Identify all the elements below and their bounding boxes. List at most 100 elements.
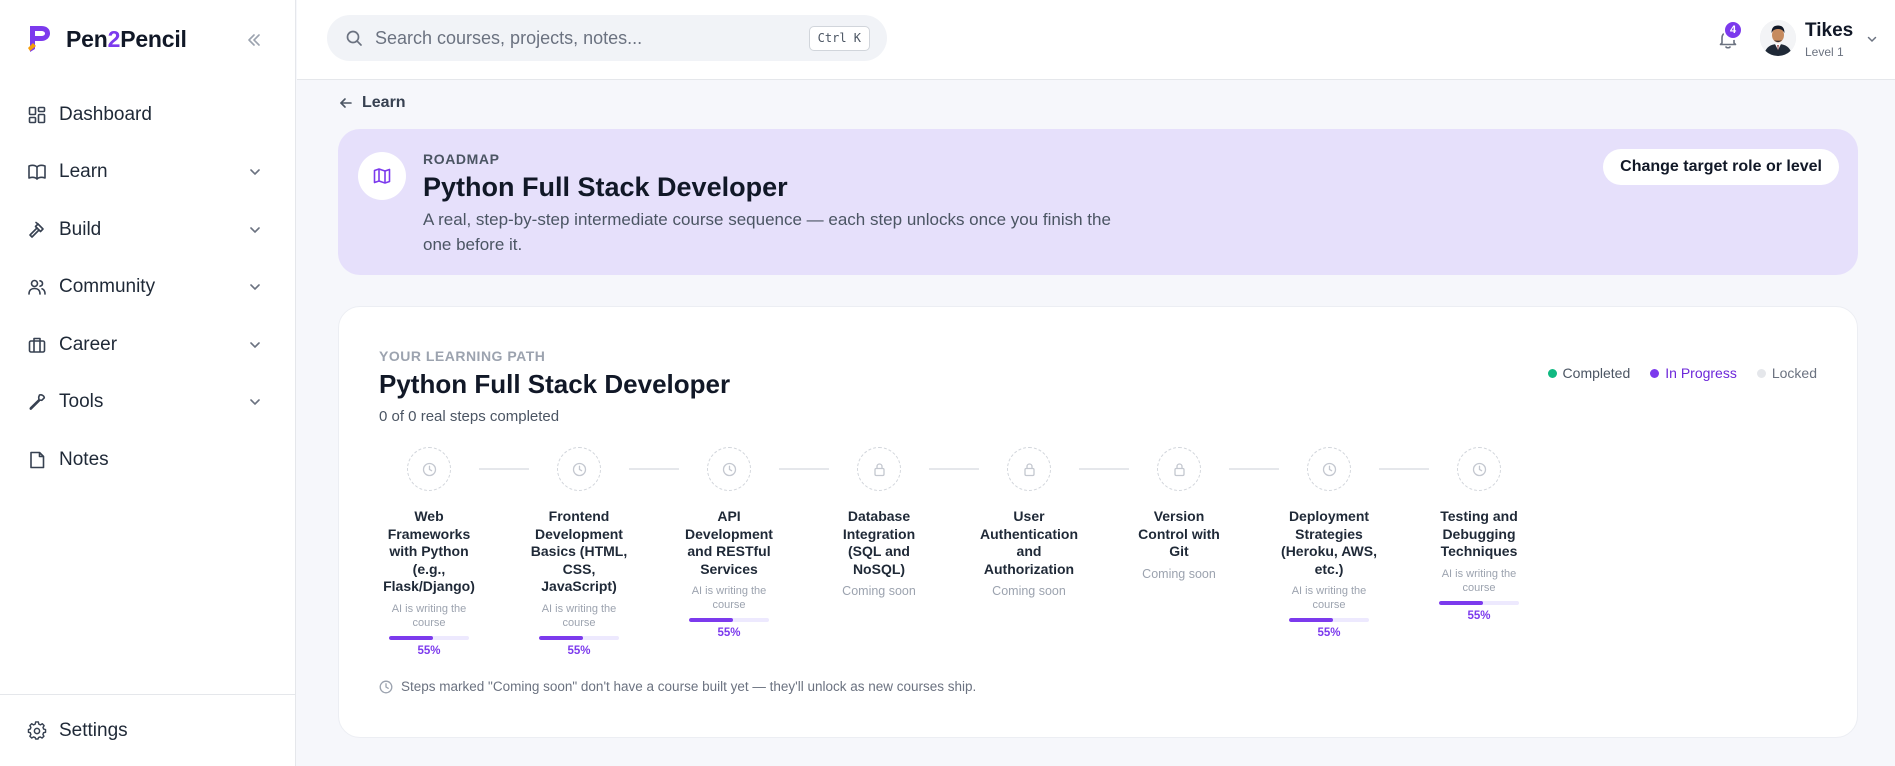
search-shortcut-badge: Ctrl K <box>808 26 870 51</box>
double-chevron-left-icon[interactable] <box>244 30 264 50</box>
sidebar-item-label: Community <box>59 276 156 298</box>
legend-dot-completed <box>1547 368 1557 378</box>
step-status-text: Coming soon <box>1142 566 1216 581</box>
step-progress-bar <box>1439 600 1519 605</box>
dashboard-icon <box>28 106 46 124</box>
step-title: Database Integration (SQL and NoSQL) <box>842 508 916 577</box>
sidebar-item-label: Learn <box>59 161 108 183</box>
arrow-left-icon <box>340 98 352 108</box>
sidebar-item-settings[interactable]: Settings <box>27 720 128 742</box>
sidebar-item-notes[interactable]: Notes <box>0 431 296 489</box>
sidebar-item-label: Build <box>59 218 102 240</box>
back-link[interactable]: Learn <box>338 94 406 112</box>
sidebar-item-dashboard[interactable]: Dashboard <box>0 86 296 144</box>
step-progress-bar <box>539 635 619 640</box>
footnote-text: Steps marked "Coming soon" don't have a … <box>401 679 977 694</box>
step-connector <box>1079 468 1129 470</box>
roadmap-hero: ROADMAP Python Full Stack Developer A re… <box>338 129 1858 275</box>
change-target-button[interactable]: Change target role or level <box>1603 149 1839 185</box>
sidebar-item-build[interactable]: Build <box>0 201 296 259</box>
brand[interactable]: Pen2Pencil <box>26 24 187 54</box>
lock-icon <box>1023 462 1035 476</box>
step-progress-fill <box>1289 618 1333 622</box>
step-status-text: Coming soon <box>842 584 916 598</box>
step-status-text: AI is writing the course <box>391 602 467 629</box>
learning-path-card: YOUR LEARNING PATH Python Full Stack Dev… <box>338 306 1858 738</box>
hammer-icon <box>29 221 44 238</box>
search-box[interactable]: Ctrl K <box>327 15 887 61</box>
chevron-down-icon <box>250 399 260 406</box>
step-progress-percent: 55% <box>1317 627 1341 639</box>
legend-in-progress: In Progress <box>1650 365 1737 381</box>
path-step[interactable]: Database Integration (SQL and NoSQL) Comi… <box>829 447 929 598</box>
path-step[interactable]: Deployment Strategies (Heroku, AWS, etc.… <box>1279 447 1379 639</box>
path-step[interactable]: API Development and RESTful Services AI i… <box>679 447 779 639</box>
sidebar-divider <box>0 694 296 695</box>
avatar[interactable] <box>1760 20 1796 56</box>
chevron-down-icon[interactable] <box>1865 32 1879 46</box>
notification-count-badge: 4 <box>1723 20 1743 40</box>
legend-completed: Completed <box>1547 365 1631 381</box>
clock-icon <box>379 680 393 693</box>
back-link-label: Learn <box>362 94 406 111</box>
gear-icon <box>27 721 47 740</box>
step-status-circle <box>557 447 601 491</box>
step-progress-fill <box>1439 600 1483 605</box>
clock-icon <box>722 462 736 476</box>
step-status-circle <box>1157 447 1201 491</box>
step-title: Frontend Development Basics (HTML, CSS, … <box>530 508 628 594</box>
settings-label: Settings <box>59 720 128 741</box>
sidebar-item-career[interactable]: Career <box>0 316 296 374</box>
user-photo-icon <box>1760 20 1796 56</box>
path-progress-text: 0 of 0 real steps completed <box>379 408 560 425</box>
step-status-circle <box>407 447 451 491</box>
users-icon <box>28 279 46 296</box>
step-status-text: AI is writing the course <box>691 585 767 611</box>
pen-logo-icon <box>28 26 50 52</box>
sidebar-item-tools[interactable]: Tools <box>0 374 296 432</box>
step-connector <box>629 468 679 470</box>
sidebar-item-community[interactable]: Community <box>0 259 296 317</box>
step-progress-percent: 55% <box>1467 609 1491 622</box>
step-status-text: Coming soon <box>992 584 1066 598</box>
user-level: Level 1 <box>1805 45 1844 59</box>
path-step[interactable]: Version Control with Git Coming soon <box>1129 447 1229 581</box>
step-title: API Development and RESTful Services <box>685 508 773 577</box>
sidebar-item-label: Tools <box>59 391 104 413</box>
path-step[interactable]: Frontend Development Basics (HTML, CSS, … <box>529 447 629 657</box>
chevron-down-icon <box>250 341 260 348</box>
step-title: User Authentication and Authorization <box>980 508 1078 577</box>
lock-icon <box>873 462 885 476</box>
legend-label: Locked <box>1771 365 1817 381</box>
book-icon <box>28 164 46 181</box>
step-status-circle <box>1457 447 1501 491</box>
user-name[interactable]: Tikes <box>1805 20 1853 42</box>
step-status-text: AI is writing the course <box>541 602 617 629</box>
step-connector <box>479 468 529 470</box>
status-legend: Completed In Progress Locked <box>1528 365 1817 381</box>
sidebar-item-learn[interactable]: Learn <box>0 144 296 202</box>
sidebar-item-label: Notes <box>59 448 109 470</box>
path-step[interactable]: Testing and Debugging Techniques AI is wr… <box>1429 447 1529 622</box>
roadmap-icon-badge <box>358 152 406 200</box>
step-progress-percent: 55% <box>567 644 591 657</box>
hero-kicker: ROADMAP <box>423 151 500 167</box>
hero-description: A real, step-by-step intermediate course… <box>423 210 1111 254</box>
chevron-down-icon <box>250 284 260 291</box>
learning-path-steps: Web Frameworks with Python (e.g., Flask/… <box>379 447 1579 667</box>
sidebar: Pen2Pencil Dashboard Learn Build Communi… <box>0 0 296 766</box>
search-input[interactable] <box>375 15 775 61</box>
path-step[interactable]: User Authentication and Authorization Com… <box>979 447 1079 598</box>
legend-label: Completed <box>1562 365 1631 381</box>
step-status-text: AI is writing the course <box>1291 585 1367 611</box>
step-title: Version Control with Git <box>1138 508 1220 559</box>
step-progress-bar <box>689 618 769 622</box>
path-footnote: Steps marked "Coming soon" don't have a … <box>379 679 976 694</box>
path-step[interactable]: Web Frameworks with Python (e.g., Flask/… <box>379 447 479 657</box>
step-status-circle <box>857 447 901 491</box>
search-icon <box>346 30 362 46</box>
briefcase-icon <box>28 337 46 353</box>
map-icon <box>373 168 391 184</box>
chevron-down-icon <box>250 226 260 233</box>
step-connector <box>779 468 829 470</box>
